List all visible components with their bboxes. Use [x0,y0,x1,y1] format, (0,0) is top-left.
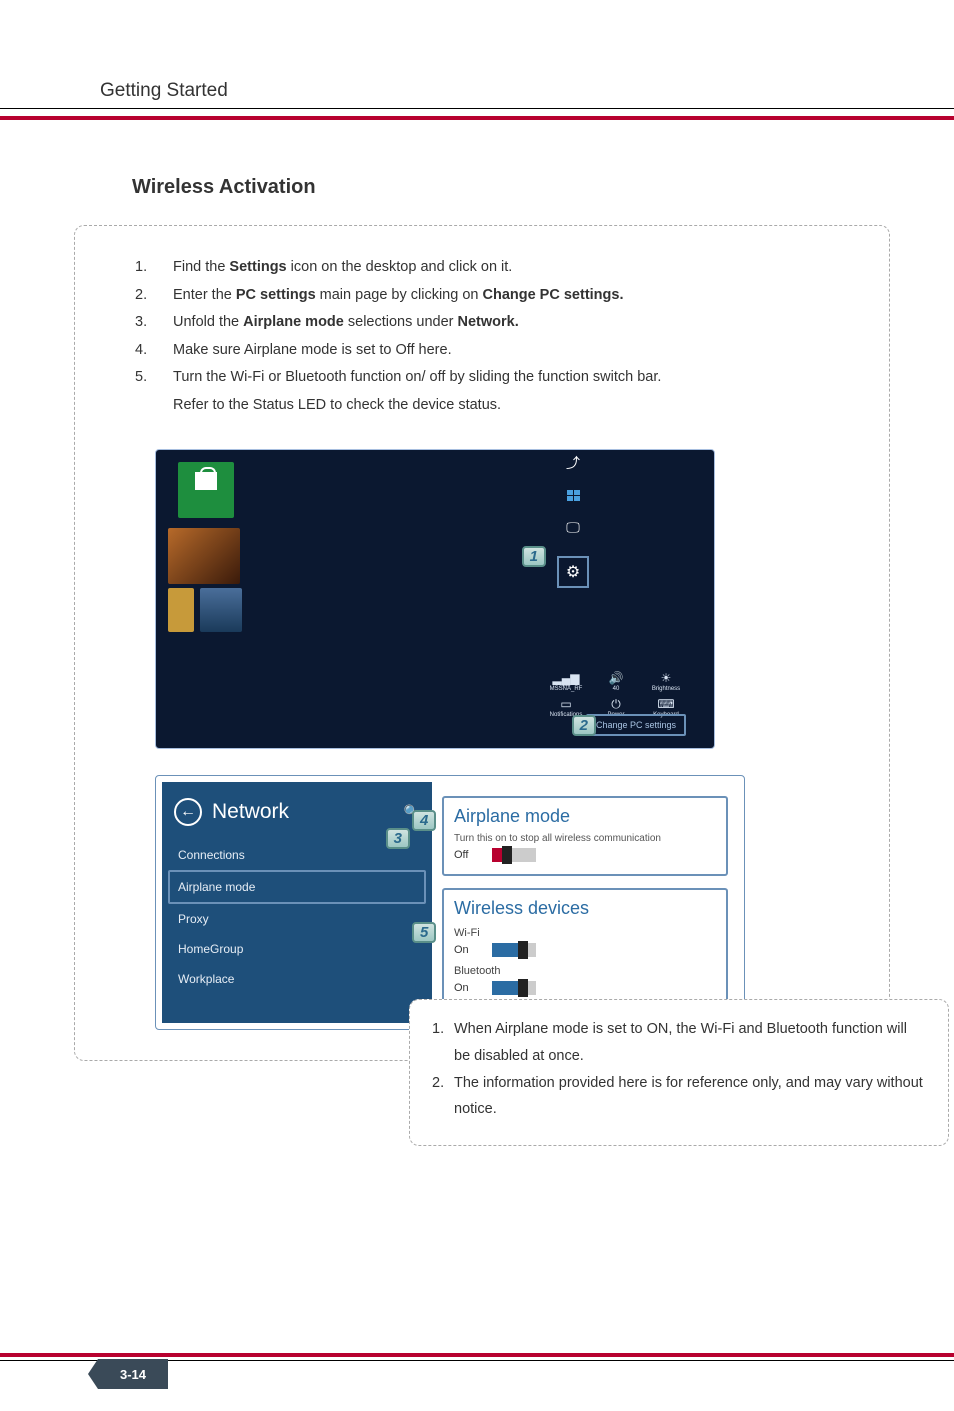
speaker-icon: 🔊 [608,672,624,684]
nav-title-row: ← Network 🔍 [174,798,420,826]
screenshot-network-settings: ← Network 🔍 3 Connections Airplane mode … [155,775,745,1030]
bluetooth-label: Bluetooth [454,965,716,977]
share-charm[interactable]: ⤴ [563,454,583,472]
page-header: Getting Started [70,80,894,102]
nav-homegroup[interactable]: HomeGroup [174,934,420,964]
step-5: 5.Turn the Wi-Fi or Bluetooth function o… [135,364,859,419]
back-arrow-icon: ← [180,803,196,821]
sound-quick[interactable]: 🔊40 [598,672,634,692]
settings-content-pane: 4 Airplane mode Turn this on to stop all… [432,782,738,1023]
nav-workplace[interactable]: Workplace [174,964,420,994]
bluetooth-toggle[interactable] [492,981,536,995]
tile[interactable] [168,588,194,632]
wifi-toggle[interactable] [492,943,536,957]
devices-charm[interactable]: 🖵 [563,518,583,536]
screenshots: ⤴ 🖵 ⚙ 1 ▂▄▆MSSNA_RF 🔊40 ☀Brightness ▭Not… [155,449,859,1030]
charms-bar: ⤴ 🖵 ⚙ [552,454,594,588]
callout-1: 1 [522,546,546,567]
divider [0,108,954,109]
start-charm[interactable] [563,486,583,504]
step-2: 2.Enter the PC settings main page by cli… [135,282,859,310]
page-number-badge: 3-14 [98,1359,168,1389]
back-button[interactable]: ← [174,798,202,826]
accent-divider-bottom [0,1353,954,1357]
notes-box: 1.When Airplane mode is set to ON, the W… [409,999,949,1146]
manual-page: Getting Started Wireless Activation 1.Fi… [0,0,954,1411]
nav-airplane-mode[interactable]: Airplane mode [168,870,426,904]
change-pc-settings-link[interactable]: Change PC settings [586,714,686,736]
callout-4: 4 [412,810,436,831]
airplane-title: Airplane mode [454,806,716,827]
notes-list: 1.When Airplane mode is set to ON, the W… [432,1016,926,1123]
store-tile[interactable] [178,462,234,518]
callout-5: 5 [412,922,436,943]
start-tiles [168,462,418,642]
wireless-title: Wireless devices [454,898,716,919]
step-1: 1.Find the Settings icon on the desktop … [135,254,859,282]
power-icon: ⏻ [608,698,624,710]
settings-charm[interactable]: ⚙ [557,556,589,588]
brightness-quick[interactable]: ☀Brightness [648,672,684,692]
quick-settings-grid: ▂▄▆MSSNA_RF 🔊40 ☀Brightness ▭Notificatio… [548,672,684,718]
step-4: 4.Make sure Airplane mode is set to Off … [135,337,859,365]
airplane-state-label: Off [454,849,484,861]
tile[interactable] [168,528,240,584]
gear-icon: ⚙ [566,562,580,582]
accent-divider [0,116,954,120]
keyboard-icon: ⌨ [658,698,674,710]
wifi-label: Wi-Fi [454,927,716,939]
network-quick[interactable]: ▂▄▆MSSNA_RF [548,672,584,692]
instruction-steps: 1.Find the Settings icon on the desktop … [105,254,859,419]
tile[interactable] [200,588,242,632]
nav-connections[interactable]: Connections [174,840,420,870]
settings-nav-pane: ← Network 🔍 3 Connections Airplane mode … [162,782,432,1023]
airplane-switch-row: Off [454,848,716,862]
nav-proxy[interactable]: Proxy [174,904,420,934]
wireless-devices-panel: Wireless devices Wi-Fi On Bluetooth On [442,888,728,1009]
airplane-toggle[interactable] [492,848,536,862]
airplane-mode-panel: Airplane mode Turn this on to stop all w… [442,796,728,876]
wifi-state: On [454,944,484,956]
section-title: Wireless Activation [132,176,894,199]
airplane-sub: Turn this on to stop all wireless commun… [454,833,716,844]
instruction-box: 1.Find the Settings icon on the desktop … [74,225,890,1061]
store-icon [195,472,217,490]
signal-icon: ▂▄▆ [558,672,574,684]
wifi-row: Wi-Fi On [454,927,716,957]
note-2: 2.The information provided here is for r… [432,1070,926,1124]
screenshot-start-charms: ⤴ 🖵 ⚙ 1 ▂▄▆MSSNA_RF 🔊40 ☀Brightness ▭Not… [155,449,715,749]
note-1: 1.When Airplane mode is set to ON, the W… [432,1016,926,1070]
callout-2: 2 [572,715,596,736]
callout-3: 3 [386,828,410,849]
notifications-icon: ▭ [558,698,574,710]
bluetooth-state: On [454,982,484,994]
bluetooth-row: Bluetooth On [454,965,716,995]
nav-title: Network [212,800,394,824]
step-3: 3.Unfold the Airplane mode selections un… [135,309,859,337]
brightness-icon: ☀ [658,672,674,684]
